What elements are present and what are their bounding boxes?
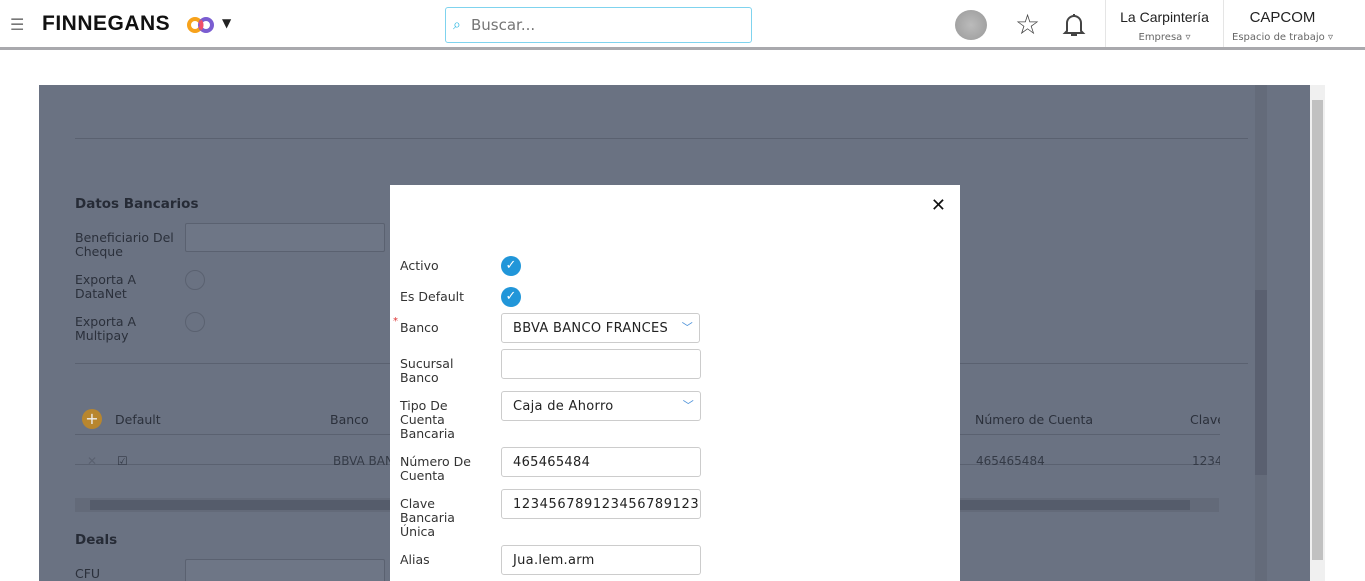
close-icon[interactable]: ✕ [931,195,946,216]
activo-checkbox[interactable]: ✓ [501,256,521,276]
alias-label: Alias [400,552,430,567]
bank-account-modal: ✕ Activo ✓ Es Default ✓ * Banco BBVA BAN… [390,185,960,581]
cfu-input[interactable] [185,559,385,581]
numero-input[interactable]: 465465484 [501,447,701,477]
workspace-label: Espacio de trabajo [1232,32,1325,43]
field-label: Exporta A DataNet [75,272,137,301]
search-input[interactable] [471,16,741,34]
inner-scrollbar-thumb[interactable] [1255,290,1267,475]
field-label: Exporta A Multipay [75,314,137,343]
workspace-name: CAPCOM [1249,9,1316,26]
section-bank-title: Datos Bancarios [75,196,199,212]
sucursal-label: Sucursal Banco [400,356,454,385]
chevron-down-icon: ﹀ [681,321,693,334]
column-header: Default [115,412,161,427]
field-label: Beneficiario Del Cheque [75,230,174,259]
search-icon: ⌕ [453,17,461,33]
required-marker: * [393,316,398,327]
alias-input[interactable]: Jua.lem.arm [501,545,701,575]
add-row-icon[interactable]: + [82,409,102,429]
datanet-radio[interactable] [185,270,205,290]
default-label: Es Default [400,289,465,304]
brand-logo[interactable]: FINNEGANS [42,12,170,36]
page-scrollbar-thumb[interactable] [1312,100,1323,560]
clave-input[interactable]: 12345678912345678912​3 [501,489,701,519]
brand-dropdown-icon[interactable]: ▼ [222,16,231,30]
delete-row-icon[interactable]: ✕ [87,454,97,468]
tipo-select[interactable]: Caja de Ahorro ﹀ [501,391,701,421]
column-header: Número de Cuenta [975,412,1094,427]
workspace-selector[interactable]: CAPCOM Espacio de trabajo ▿ [1223,0,1341,47]
sucursal-input[interactable] [501,349,701,379]
cell-banco: BBVA BAN [333,454,391,468]
banco-label: Banco [400,320,439,335]
company-selector[interactable]: La Carpintería Empresa ▿ [1105,0,1223,47]
clave-label: Clave Bancaria Única [400,496,455,539]
notifications-bell-icon[interactable] [1062,12,1086,38]
numero-label: Número De Cuenta [400,454,471,483]
beneficiary-input[interactable] [185,223,385,252]
column-header: Clave [1190,412,1220,427]
multipay-radio[interactable] [185,312,205,332]
default-checkbox[interactable]: ✓ [501,287,521,307]
field-label: CFU [75,566,101,581]
tipo-label: Tipo De Cuenta Bancaria [400,398,455,441]
activo-label: Activo [400,258,439,273]
hamburger-menu-icon[interactable]: ☰ [10,15,24,34]
chevron-down-icon: ﹀ [682,399,694,412]
company-label: Empresa [1138,32,1183,43]
banco-select[interactable]: BBVA BANCO FRANCES S ﹀ [501,313,700,343]
top-bar: ☰ FINNEGANS ▼ ⌕ ☆ La Carpintería Empresa… [0,0,1365,50]
company-name: La Carpintería [1120,9,1209,25]
default-checkbox[interactable]: ☑ [117,454,128,468]
co-logo-icon [187,17,214,33]
assistant-orb-icon[interactable] [955,10,987,40]
section-deals-title: Deals [75,532,118,548]
cell-numero: 465465484 [976,454,1045,468]
column-header: Banco [330,412,369,427]
search-box[interactable]: ⌕ [445,7,752,43]
cell-clave: 1234 [1192,454,1220,468]
favorites-star-icon[interactable]: ☆ [1015,8,1040,41]
